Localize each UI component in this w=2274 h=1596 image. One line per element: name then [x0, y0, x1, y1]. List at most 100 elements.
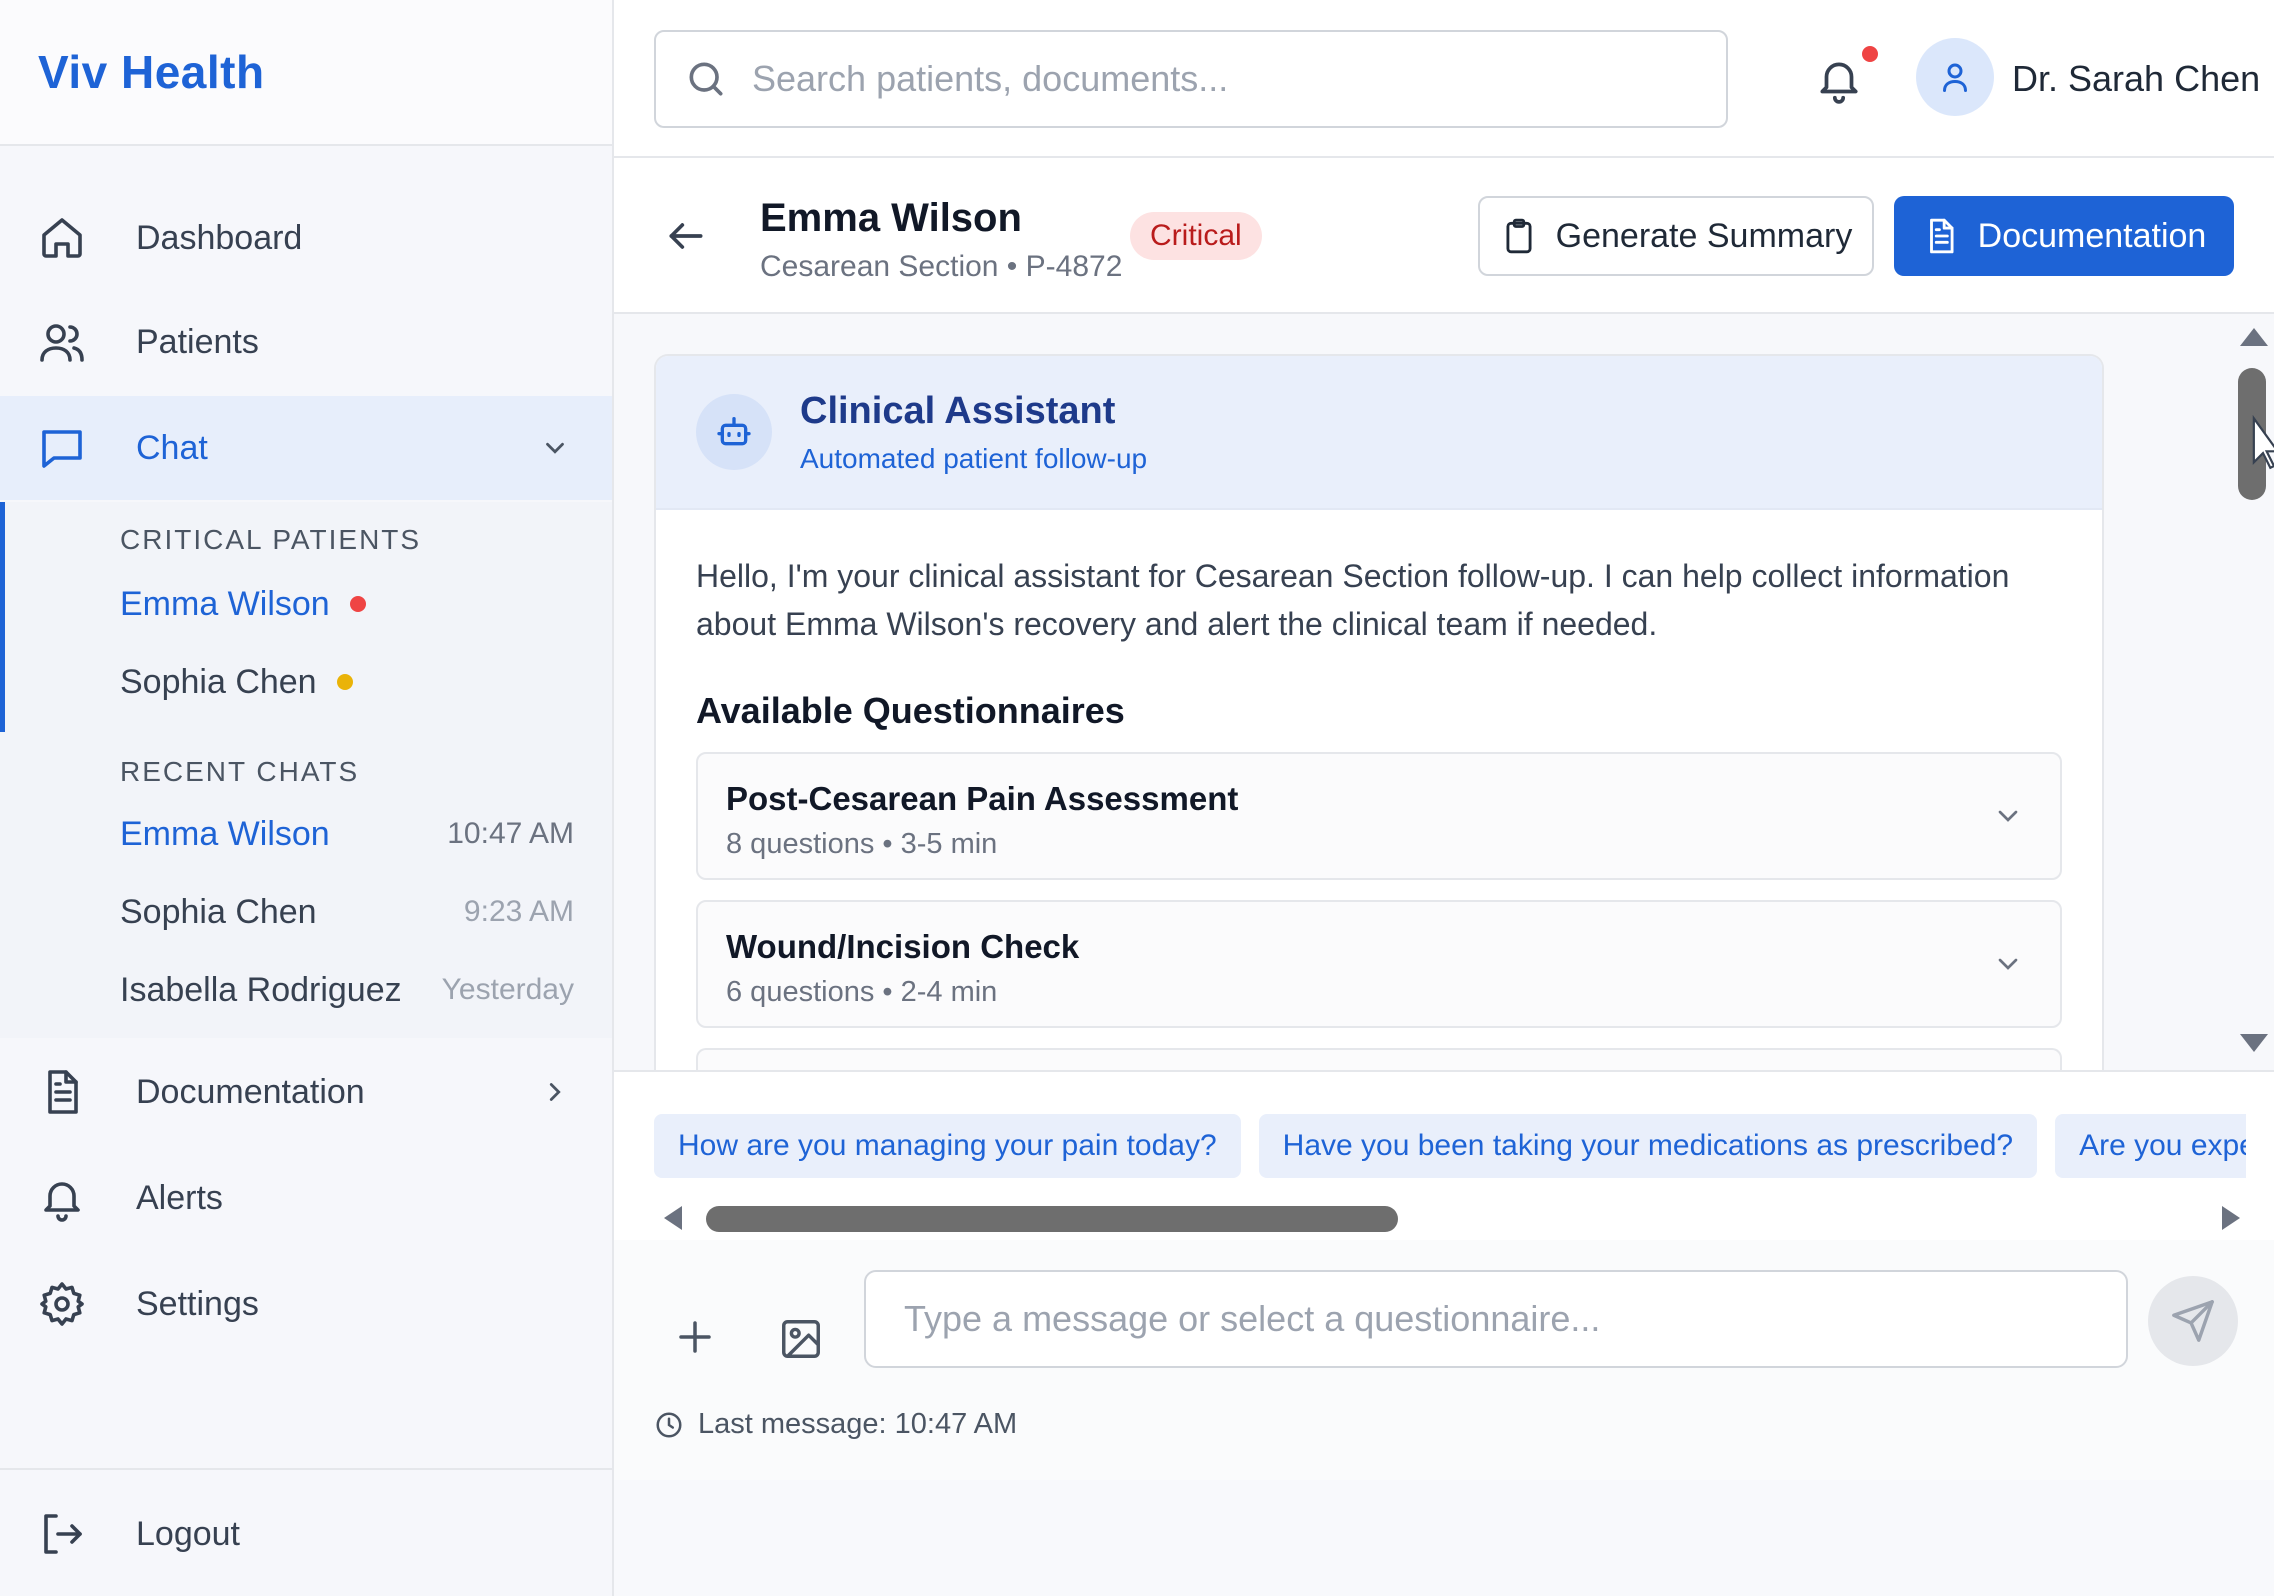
recent-chat-name: Emma Wilson	[120, 814, 330, 853]
recent-chats-header: RECENT CHATS	[120, 756, 360, 787]
logout-section: Logout	[0, 1468, 612, 1596]
send-icon	[2172, 1300, 2214, 1342]
suggested-questions: How are you managing your pain today? Hav…	[614, 1070, 2274, 1240]
questionnaire-meta: 8 questions • 3-5 min	[726, 828, 998, 860]
message-composer: Last message: 10:47 AM	[614, 1240, 2274, 1480]
nav-documentation[interactable]: Documentation	[0, 1040, 612, 1144]
assistant-card-header: Clinical Assistant Automated patient fol…	[656, 356, 2102, 510]
mouse-cursor-icon	[2252, 414, 2274, 470]
documentation-label: Documentation	[1977, 216, 2207, 255]
critical-patient-item[interactable]: Sophia Chen	[120, 652, 574, 712]
assistant-title: Clinical Assistant	[800, 389, 1116, 432]
brand-header: Viv Health	[0, 0, 612, 146]
suggestion-chip-row[interactable]: How are you managing your pain today? Hav…	[654, 1114, 2246, 1178]
search-box[interactable]	[654, 30, 1728, 128]
nav-patients[interactable]: Patients	[0, 290, 612, 394]
clock-icon	[656, 1412, 682, 1437]
image-icon[interactable]	[778, 1316, 824, 1362]
documentation-button[interactable]: Documentation	[1894, 196, 2234, 276]
assistant-message-card: Clinical Assistant Automated patient fol…	[654, 354, 2104, 1070]
chat-messages-area[interactable]: Clinical Assistant Automated patient fol…	[614, 314, 2274, 1070]
scroll-up-arrow[interactable]	[2240, 328, 2268, 346]
bot-avatar	[696, 394, 772, 470]
questionnaire-item[interactable]: Post-Cesarean Pain Assessment 8 question…	[696, 752, 2062, 880]
assistant-subtitle: Automated patient follow-up	[800, 442, 1148, 474]
avatar[interactable]	[1916, 38, 1994, 116]
patient-header: Emma Wilson Cesarean Section • P-4872 Cr…	[614, 158, 2274, 314]
search-icon	[689, 62, 723, 96]
bell-icon	[44, 1182, 80, 1222]
scroll-down-arrow[interactable]	[2240, 1034, 2268, 1052]
nav-alerts[interactable]: Alerts	[0, 1146, 612, 1250]
recent-chat-item[interactable]: Sophia Chen 9:23 AM	[120, 882, 574, 942]
search-input[interactable]	[752, 58, 1712, 100]
recent-chat-item[interactable]: Isabella Rodriguez Yesterday	[120, 960, 574, 1020]
nav-settings-label: Settings	[136, 1284, 259, 1323]
nav-settings[interactable]: Settings	[0, 1252, 612, 1356]
nav-dashboard-label: Dashboard	[136, 218, 303, 257]
top-bar: Dr. Sarah Chen	[614, 0, 2274, 158]
scroll-left-arrow[interactable]	[664, 1206, 682, 1230]
assistant-card-body: Hello, I'm your clinical assistant for C…	[656, 510, 2102, 1070]
notification-badge	[1860, 44, 1880, 64]
nav-chat-label: Chat	[136, 428, 208, 467]
user-icon	[1943, 63, 1967, 92]
assistant-intro-text: Hello, I'm your clinical assistant for C…	[696, 558, 2010, 642]
patient-name: Sophia Chen	[120, 662, 317, 701]
patient-subtitle: Cesarean Section • P-4872	[760, 250, 1123, 283]
chevron-down-icon	[1998, 810, 2018, 822]
last-message-text: Last message: 10:47 AM	[698, 1408, 1018, 1440]
warning-status-dot	[336, 674, 353, 690]
critical-patients-header: CRITICAL PATIENTS	[120, 524, 422, 555]
notifications-bell-icon[interactable]	[1814, 52, 1864, 106]
sidebar: Viv Health Dashboard Patients Chat CRITI…	[0, 0, 614, 1596]
recent-chat-name: Sophia Chen	[120, 892, 317, 931]
last-message-info: Last message: 10:47 AM	[654, 1408, 1017, 1441]
questionnaire-item-partial[interactable]	[696, 1048, 2062, 1070]
chevron-down-icon	[1998, 958, 2018, 970]
horizontal-scrollbar-thumb[interactable]	[706, 1206, 1398, 1232]
document-icon	[48, 1070, 78, 1114]
nav-chat[interactable]: Chat	[0, 396, 612, 500]
scroll-right-arrow[interactable]	[2222, 1206, 2240, 1230]
logout-icon	[44, 1514, 82, 1554]
nav-patients-label: Patients	[136, 322, 259, 361]
questionnaires-heading: Available Questionnaires	[696, 690, 1125, 731]
patient-name-title: Emma Wilson	[760, 196, 1022, 240]
patient-name: Emma Wilson	[120, 584, 330, 623]
chat-icon	[42, 430, 82, 468]
message-input[interactable]	[864, 1270, 2128, 1368]
nav-dashboard[interactable]: Dashboard	[0, 186, 612, 290]
clipboard-icon	[1506, 218, 1532, 254]
send-button[interactable]	[2148, 1276, 2238, 1366]
chevron-down-icon[interactable]	[540, 433, 570, 463]
questionnaire-title: Wound/Incision Check	[726, 928, 1080, 965]
recent-chat-time: 10:47 AM	[447, 817, 574, 850]
back-arrow-icon[interactable]	[664, 214, 708, 258]
questionnaire-title: Post-Cesarean Pain Assessment	[726, 780, 1239, 817]
plus-icon[interactable]	[674, 1316, 716, 1358]
questionnaire-item[interactable]: Wound/Incision Check 6 questions • 2-4 m…	[696, 900, 2062, 1028]
brand-logo-text[interactable]: Viv Health	[38, 45, 265, 99]
generate-summary-button[interactable]: Generate Summary	[1478, 196, 1874, 276]
nav-alerts-label: Alerts	[136, 1178, 223, 1217]
user-name[interactable]: Dr. Sarah Chen	[2012, 58, 2260, 100]
chevron-right-icon[interactable]	[540, 1077, 570, 1107]
logout-label: Logout	[136, 1514, 240, 1553]
suggestion-chip[interactable]: Are you experie	[2055, 1114, 2246, 1178]
nav-documentation-label: Documentation	[136, 1072, 365, 1111]
users-icon	[40, 324, 84, 362]
recent-chat-item[interactable]: Emma Wilson 10:47 AM	[120, 804, 574, 864]
home-icon	[42, 218, 82, 258]
robot-icon	[717, 417, 751, 446]
critical-patient-item[interactable]: Emma Wilson	[120, 574, 574, 634]
logout-button[interactable]: Logout	[0, 1482, 612, 1586]
questionnaire-meta: 6 questions • 2-4 min	[726, 976, 998, 1008]
status-badge: Critical	[1130, 212, 1262, 260]
recent-chat-time: 9:23 AM	[463, 895, 574, 928]
recent-chat-name: Isabella Rodriguez	[120, 970, 402, 1009]
suggestion-chip[interactable]: Have you been taking your medications as…	[1258, 1114, 2038, 1178]
suggestion-chip[interactable]: How are you managing your pain today?	[654, 1114, 1241, 1178]
recent-chat-time: Yesterday	[441, 973, 574, 1006]
chat-submenu: CRITICAL PATIENTS Emma Wilson Sophia Che…	[0, 502, 612, 1038]
